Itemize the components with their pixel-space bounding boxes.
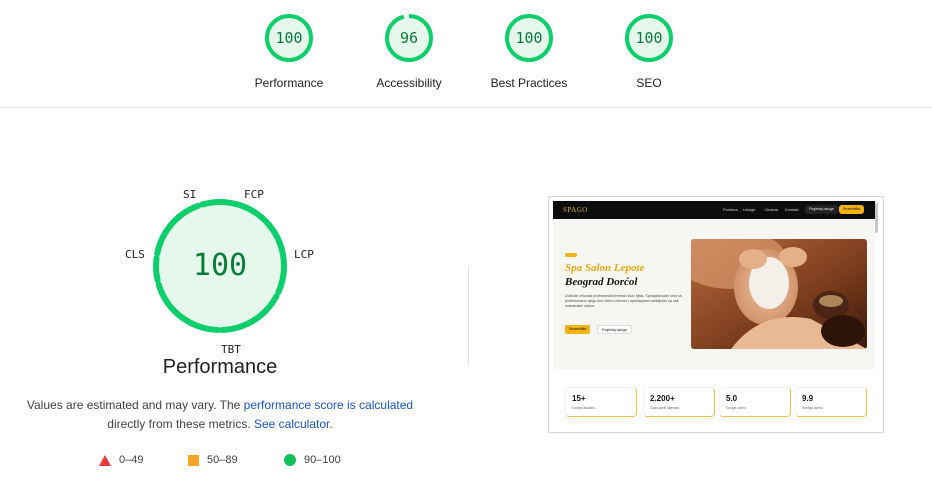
stat-value: 2.200+ — [650, 394, 675, 403]
legend-fail-range: 0–49 — [119, 454, 144, 466]
legend-fail: 0–49 — [99, 454, 143, 466]
performance-gauge: 100 — [265, 14, 313, 62]
site-nav-link: Usluge — [743, 207, 756, 212]
see-calculator-link[interactable]: See calculator. — [254, 417, 333, 431]
hero-services-button: Pogledaj usluge — [597, 325, 632, 334]
legend-pass: 90–100 — [284, 454, 341, 467]
performance-score: 100 — [275, 29, 303, 47]
metric-label-cls: CLS — [125, 248, 145, 261]
stat-label: Zadovoljnih klijenata — [650, 406, 679, 410]
site-nav-link: Početna — [723, 207, 738, 212]
performance-label: Performance — [254, 76, 324, 90]
score-note: Values are estimated and may vary. The p… — [20, 396, 420, 434]
hero-book-button: Rezervišite — [565, 325, 591, 334]
square-icon — [188, 454, 199, 466]
site-nav-services-button: Pogledaj usluge — [805, 205, 838, 214]
hero-spa-image — [691, 239, 867, 349]
category-best-practices[interactable]: 100 Best Practices — [469, 14, 589, 90]
metric-label-si: SI — [183, 188, 197, 201]
stat-value: 15+ — [572, 394, 586, 403]
screenshot-scrollbar — [875, 203, 878, 233]
stat-value: 9.9 — [802, 394, 814, 403]
stat-value: 5.0 — [726, 394, 738, 403]
metric-label-lcp: LCP — [294, 248, 314, 261]
site-nav-book-button: Rezervišite — [839, 205, 865, 214]
stat-card: 2.200+ Zadovoljnih klijenata — [643, 387, 715, 417]
best-practices-score: 100 — [515, 29, 543, 47]
category-seo[interactable]: 100 SEO — [589, 14, 709, 90]
stat-label: Srednja ocena — [802, 406, 823, 410]
final-screenshot[interactable]: SPAGO Početna Usluge Onama Kontakt Pogle… — [548, 196, 884, 433]
site-hero: Spa Salon Lepote Beograd Dorćol Doživite… — [553, 219, 875, 369]
stat-label: Google ocena — [726, 406, 746, 410]
seo-gauge: 100 — [625, 14, 673, 62]
legend-average-range: 50–89 — [207, 454, 238, 466]
category-scores-bar: 100 Performance 96 Accessibility 100 Bes… — [0, 0, 932, 108]
note-text-2: directly from these metrics. — [107, 417, 254, 431]
hero-text: Doživite vrhunski profesionalni tretman … — [565, 294, 682, 309]
metric-label-fcp: FCP — [244, 188, 264, 201]
note-text-1: Values are estimated and may vary. The — [26, 398, 244, 412]
metric-label-tbt: TBT — [221, 343, 241, 356]
circle-icon — [284, 454, 296, 467]
hero-badge — [565, 253, 577, 257]
site-nav-bar: SPAGO Početna Usluge Onama Kontakt Pogle… — [553, 201, 875, 219]
best-practices-gauge: 100 — [505, 14, 553, 62]
site-logo: SPAGO — [563, 206, 588, 214]
category-accessibility[interactable]: 96 Accessibility — [349, 14, 469, 90]
hero-title-line-2: Beograd Dorćol — [565, 276, 638, 288]
performance-big-score: 100 — [192, 248, 248, 283]
vertical-divider — [468, 266, 469, 364]
accessibility-label: Accessibility — [376, 76, 442, 90]
accessibility-score: 96 — [399, 29, 419, 47]
category-performance[interactable]: 100 Performance — [229, 14, 349, 90]
best-practices-label: Best Practices — [490, 76, 568, 90]
stat-card: 5.0 Google ocena — [719, 387, 791, 417]
accessibility-gauge: 96 — [385, 14, 433, 62]
triangle-icon — [99, 454, 111, 466]
stat-card: 15+ Godina iskustva — [565, 387, 637, 417]
seo-score: 100 — [635, 29, 663, 47]
performance-title: Performance — [162, 356, 278, 378]
hero-title-line-1: Spa Salon Lepote — [565, 262, 645, 274]
seo-label: SEO — [636, 76, 662, 90]
legend-average: 50–89 — [188, 454, 238, 466]
site-nav-link: Onama — [765, 207, 779, 212]
score-calculation-link[interactable]: performance score is calculated — [244, 398, 413, 412]
stat-label: Godina iskustva — [572, 406, 595, 410]
stat-card: 9.9 Srednja ocena — [795, 387, 867, 417]
site-nav-link: Kontakt — [785, 207, 799, 212]
legend-pass-range: 90–100 — [304, 454, 341, 466]
site-stats: 15+ Godina iskustva 2.200+ Zadovoljnih k… — [553, 369, 875, 429]
